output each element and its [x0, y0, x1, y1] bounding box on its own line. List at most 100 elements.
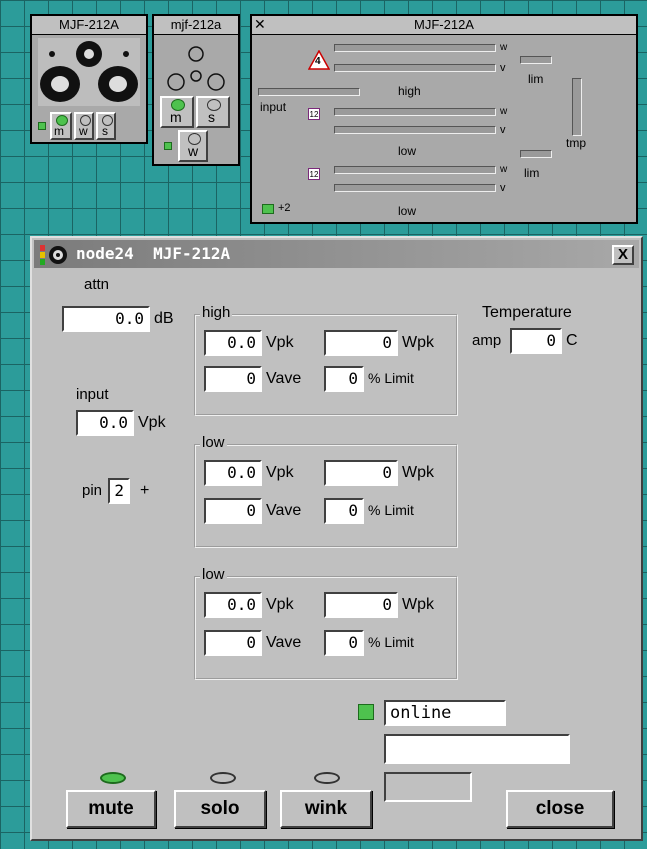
panel2-wink-button[interactable]: w [178, 130, 208, 162]
panel1-solo-button[interactable]: s [96, 112, 116, 140]
temperature-label: Temperature [482, 304, 572, 321]
high-w-label: w [500, 42, 508, 53]
input-label: input [260, 100, 287, 114]
attn-unit: dB [154, 310, 174, 327]
speaker-panel-1[interactable]: MJF-212A m w s [30, 14, 148, 144]
mute-label: m [170, 109, 182, 125]
panel2-mute-button[interactable]: m [160, 96, 194, 128]
high-lim-label: lim [528, 72, 544, 86]
window-title: node24 MJF-212A [76, 244, 231, 263]
tmp-meter [572, 78, 582, 136]
speaker-icon [38, 38, 140, 106]
panel1-wink-button[interactable]: w [74, 112, 94, 140]
wpk-unit: Wpk [402, 596, 434, 613]
high-v-meter [334, 64, 496, 72]
vpk-field[interactable]: 0.0 [204, 592, 262, 618]
low1-v-meter [334, 126, 496, 134]
solo-button[interactable]: solo [174, 790, 266, 828]
input-field[interactable]: 0.0 [76, 410, 134, 436]
low1-w-label: w [500, 106, 508, 117]
window-close-button[interactable]: X [612, 245, 634, 265]
speaker-outline-icon [162, 40, 230, 104]
vpk-unit: Vpk [266, 464, 294, 481]
vpk-unit: Vpk [266, 596, 294, 613]
group-title: low [200, 434, 227, 451]
wink-button[interactable]: wink [280, 790, 372, 828]
wpk-field[interactable]: 0 [324, 460, 398, 486]
low-group-2: low 0.0 Vpk 0 Wpk 0 Vave 0 % Limit [194, 566, 458, 680]
mute-button[interactable]: mute [66, 790, 156, 828]
vpk-field[interactable]: 0.0 [204, 330, 262, 356]
low2-v-label: v [500, 182, 506, 194]
vave-field[interactable]: 0 [204, 366, 262, 392]
high-lim-meter [520, 56, 552, 64]
speaker-panel-2-title: mjf-212a [154, 16, 238, 35]
high-w-meter [334, 44, 496, 52]
wink-label: w [188, 143, 199, 159]
panel1-led [38, 122, 46, 130]
vave-unit: Vave [266, 634, 302, 651]
group-title: low [200, 566, 227, 583]
limit-field[interactable]: 0 [324, 630, 364, 656]
chip-icon: 12 [308, 108, 320, 120]
vpk-unit: Vpk [266, 334, 294, 351]
panel2-led [164, 142, 172, 150]
vave-unit: Vave [266, 370, 302, 387]
warning-icon: 4 [307, 49, 331, 70]
solo-label: s [208, 109, 215, 125]
temperature-field[interactable]: 0 [510, 328, 562, 354]
low1-section-label: low [398, 144, 417, 158]
mute-led-icon [100, 772, 126, 784]
meter-panel[interactable]: ✕ MJF-212A 4 w v lim high input 12 w v l… [250, 14, 638, 224]
warning-label: 4 [315, 56, 321, 67]
low2-w-meter [334, 166, 496, 174]
status-field-3 [384, 772, 472, 802]
node-window[interactable]: node24 MJF-212A X attn 0.0 dB input 0.0 … [30, 236, 643, 841]
vpk-field[interactable]: 0.0 [204, 460, 262, 486]
low2-section-label: low [398, 204, 417, 218]
speaker-icon [40, 244, 70, 266]
chip-icon: 12 [308, 168, 320, 180]
wpk-field[interactable]: 0 [324, 592, 398, 618]
pin-label: +2 [278, 202, 291, 214]
wink-led-icon [314, 772, 340, 784]
solo-label: s [102, 124, 108, 138]
pin-field[interactable]: 2 [108, 478, 130, 504]
limit-unit: % Limit [368, 370, 414, 386]
pin-suffix: + [140, 482, 150, 499]
limit-field[interactable]: 0 [324, 498, 364, 524]
pin-label: pin [82, 482, 103, 499]
speaker-panel-2[interactable]: mjf-212a m s w [152, 14, 240, 166]
wink-label: w [79, 124, 88, 138]
low-group-1: low 0.0 Vpk 0 Wpk 0 Vave 0 % Limit [194, 434, 458, 548]
window-titlebar[interactable]: node24 MJF-212A X [34, 240, 639, 268]
wpk-unit: Wpk [402, 334, 434, 351]
attn-field[interactable]: 0.0 [62, 306, 150, 332]
low1-w-meter [334, 108, 496, 116]
limit-field[interactable]: 0 [324, 366, 364, 392]
vave-unit: Vave [266, 502, 302, 519]
input-meter [258, 88, 360, 96]
low2-w-label: w [500, 164, 508, 175]
vave-field[interactable]: 0 [204, 498, 262, 524]
group-title: high [200, 304, 233, 321]
close-button[interactable]: close [506, 790, 614, 828]
online-led [358, 704, 374, 720]
high-v-label: v [500, 62, 506, 74]
meter-title-bar: ✕ MJF-212A [252, 16, 636, 35]
amp-label: amp [472, 332, 502, 349]
wpk-field[interactable]: 0 [324, 330, 398, 356]
solo-led-icon [210, 772, 236, 784]
high-group: high 0.0 Vpk 0 Wpk 0 Vave 0 % Limit [194, 304, 458, 416]
status-field-2 [384, 734, 570, 764]
temperature-unit: C [566, 332, 578, 349]
panel1-mute-button[interactable]: m [50, 112, 72, 140]
high-section-label: high [398, 84, 421, 98]
wpk-unit: Wpk [402, 464, 434, 481]
input-label: input [76, 386, 109, 403]
pin-led [262, 204, 274, 214]
panel2-solo-button[interactable]: s [196, 96, 230, 128]
attn-label: attn [84, 276, 110, 293]
limit-unit: % Limit [368, 634, 414, 650]
vave-field[interactable]: 0 [204, 630, 262, 656]
